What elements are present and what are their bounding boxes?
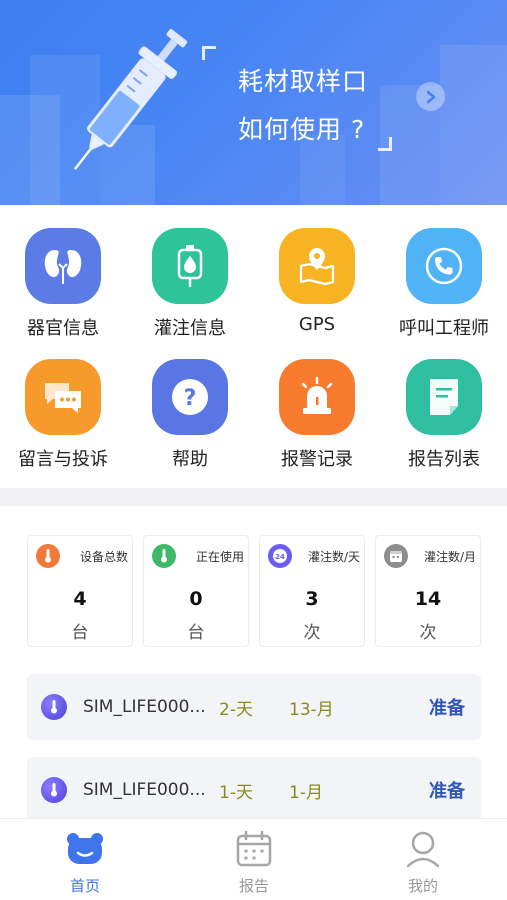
grid-label: 留言与投诉 xyxy=(18,449,108,470)
thermometer-icon xyxy=(152,544,176,568)
frame-corner xyxy=(378,137,392,151)
stat-label: 设备总数 xyxy=(79,549,128,564)
phone-icon xyxy=(406,228,482,304)
device-name: SIM_LIFE000... xyxy=(83,697,206,717)
stat-card-perfusion-per-day: 24 灌注数/天 3 次 xyxy=(259,535,365,647)
grid-label: 报警记录 xyxy=(281,449,353,470)
stat-card-total-devices: 设备总数 4 台 xyxy=(27,535,133,647)
person-icon xyxy=(401,829,445,869)
clock-24-icon: 24 xyxy=(268,544,292,568)
thermometer-icon xyxy=(41,694,67,720)
stat-unit: 次 xyxy=(303,623,321,643)
stat-value: 3 xyxy=(305,588,319,610)
document-icon xyxy=(406,359,482,435)
stat-card-perfusion-per-month: 灌注数/月 14 次 xyxy=(375,535,481,647)
grid-label: 帮助 xyxy=(172,449,208,470)
banner-title: 耗材取样口 xyxy=(238,67,369,96)
nav-tab-profile[interactable]: 我的 xyxy=(368,829,478,896)
device-name: SIM_LIFE000... xyxy=(83,780,206,800)
chat-icon xyxy=(25,359,101,435)
stat-value: 4 xyxy=(73,588,87,610)
syringe-icon xyxy=(73,29,188,170)
device-row[interactable]: SIM_LIFE000... 1-天 1-月 准备 xyxy=(27,757,481,823)
frame-corner xyxy=(202,46,216,60)
grid-item-feedback[interactable]: 留言与投诉 xyxy=(0,359,126,471)
svg-text:24: 24 xyxy=(275,553,285,561)
stat-unit: 台 xyxy=(187,623,205,643)
nav-label: 我的 xyxy=(407,877,438,895)
thermometer-icon xyxy=(41,777,67,803)
stat-unit: 次 xyxy=(419,623,437,643)
promo-banner[interactable]: 耗材取样口 如何使用 ? xyxy=(0,0,507,205)
calendar-icon xyxy=(384,544,408,568)
stat-value: 14 xyxy=(414,588,442,610)
section-divider xyxy=(0,488,507,506)
kidney-icon xyxy=(25,228,101,304)
calendar-report-icon xyxy=(232,829,276,869)
device-month-count: 1-月 xyxy=(289,782,323,803)
alarm-icon xyxy=(279,359,355,435)
grid-item-call-engineer[interactable]: 呼叫工程师 xyxy=(381,228,507,340)
stat-unit: 台 xyxy=(71,623,89,643)
bottom-nav: 首页 报告 我的 xyxy=(0,818,507,900)
feature-grid: 器官信息 灌注信息 GPS 呼叫工程师 留言与投诉 ? 帮助 报警记录 报告列表 xyxy=(0,205,507,485)
grid-item-organ-info[interactable]: 器官信息 xyxy=(0,228,126,340)
map-pin-icon xyxy=(279,228,355,304)
banner-subtitle: 如何使用 ? xyxy=(238,115,366,144)
device-month-count: 13-月 xyxy=(289,699,334,720)
device-day-count: 2-天 xyxy=(219,699,253,720)
grid-label: 灌注信息 xyxy=(154,318,226,339)
stat-label: 灌注数/月 xyxy=(423,549,476,564)
grid-item-alarm-records[interactable]: 报警记录 xyxy=(254,359,380,471)
device-status: 准备 xyxy=(429,698,465,719)
grid-item-gps[interactable]: GPS xyxy=(254,228,380,335)
device-status: 准备 xyxy=(429,781,465,802)
svg-text:?: ? xyxy=(184,386,197,411)
grid-item-report-list[interactable]: 报告列表 xyxy=(381,359,507,471)
grid-label: 报告列表 xyxy=(408,449,480,470)
device-row[interactable]: SIM_LIFE000... 2-天 13-月 准备 xyxy=(27,674,481,740)
thermometer-icon xyxy=(36,544,60,568)
grid-item-perfusion-info[interactable]: 灌注信息 xyxy=(127,228,253,340)
home-face-icon xyxy=(63,829,107,869)
device-day-count: 1-天 xyxy=(219,782,253,803)
nav-tab-report[interactable]: 报告 xyxy=(199,829,309,896)
nav-label: 报告 xyxy=(238,877,269,895)
help-icon: ? xyxy=(152,359,228,435)
iv-bag-icon xyxy=(152,228,228,304)
grid-label: 呼叫工程师 xyxy=(399,318,489,339)
stat-label: 正在使用 xyxy=(195,549,244,564)
building-decoration xyxy=(440,45,507,205)
banner-next-button[interactable] xyxy=(416,82,445,111)
grid-item-help[interactable]: ? 帮助 xyxy=(127,359,253,471)
stat-label: 灌注数/天 xyxy=(307,549,360,564)
grid-label: 器官信息 xyxy=(27,318,99,339)
stat-value: 0 xyxy=(189,588,203,610)
chevron-right-icon xyxy=(426,90,435,103)
grid-label: GPS xyxy=(298,314,336,335)
nav-label: 首页 xyxy=(69,877,100,895)
nav-tab-home[interactable]: 首页 xyxy=(30,829,140,896)
stat-card-in-use: 正在使用 0 台 xyxy=(143,535,249,647)
